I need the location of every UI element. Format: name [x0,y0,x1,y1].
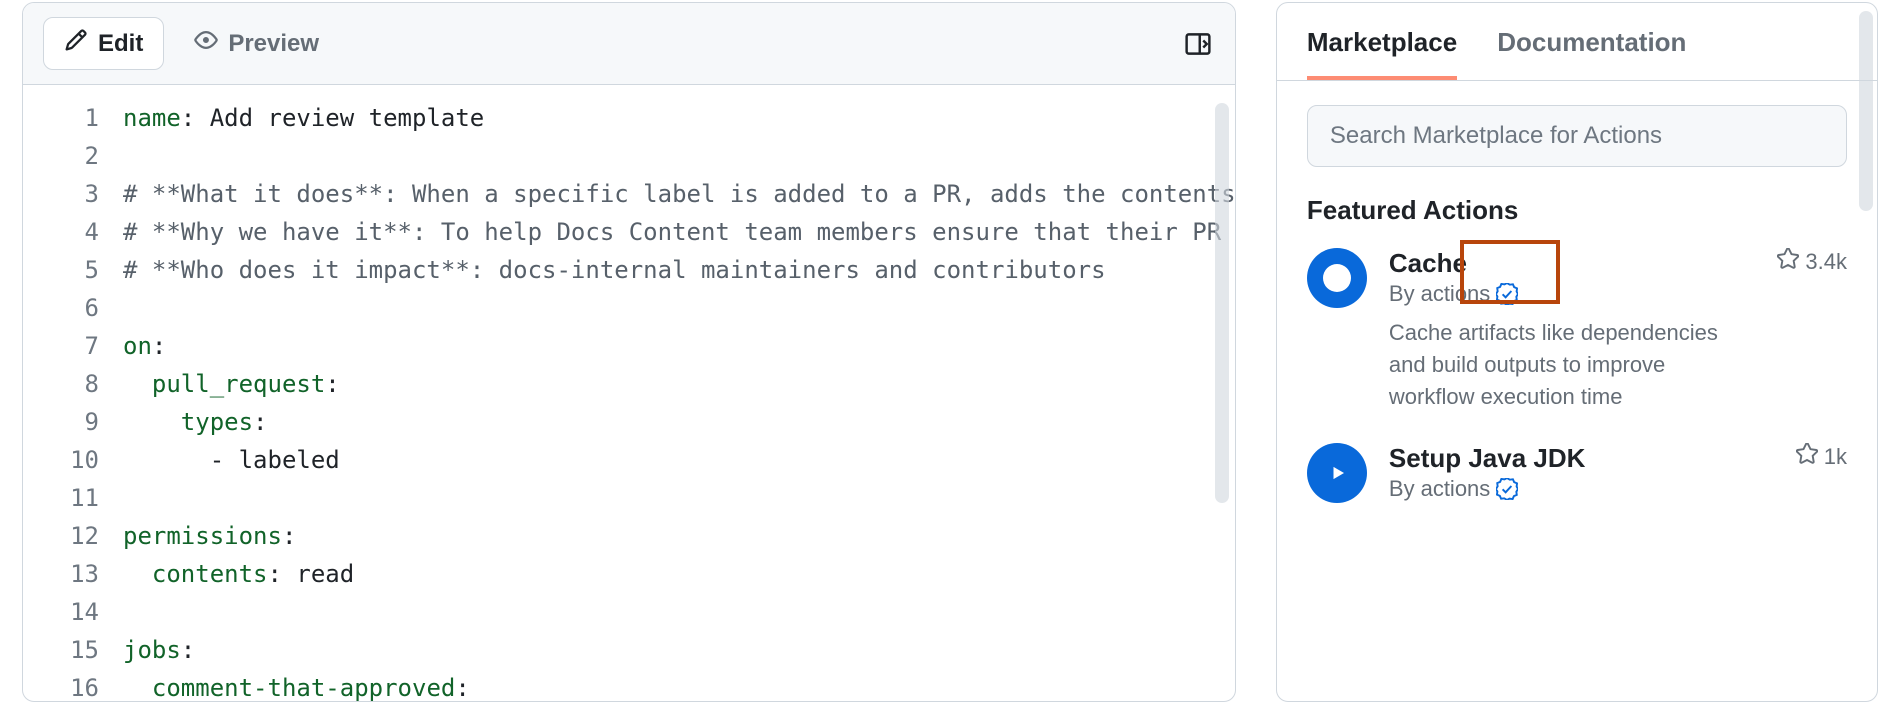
code-line[interactable]: contents: read [123,555,1235,593]
code-line[interactable]: # **What it does**: When a specific labe… [123,175,1235,213]
editor-tab-group: Edit Preview [43,17,339,70]
line-number: 2 [23,137,99,175]
line-number: 11 [23,479,99,517]
edit-tab-label: Edit [98,30,143,58]
code-line[interactable]: permissions: [123,517,1235,555]
line-number: 3 [23,175,99,213]
code-line[interactable]: comment-that-approved: [123,669,1235,701]
line-number: 5 [23,251,99,289]
star-icon [1777,248,1799,276]
code-line[interactable]: on: [123,327,1235,365]
marketplace-sidebar: Marketplace Documentation Featured Actio… [1276,2,1878,702]
verified-icon [1496,478,1518,500]
verified-icon [1496,283,1518,305]
code-line[interactable]: jobs: [123,631,1235,669]
line-number: 13 [23,555,99,593]
line-number: 10 [23,441,99,479]
tab-documentation[interactable]: Documentation [1497,27,1686,80]
code-line[interactable]: # **Why we have it**: To help Docs Conte… [123,213,1235,251]
star-count: 3.4k [1805,249,1847,275]
editor-panel: Edit Preview 12345678910111213141516 nam… [22,2,1236,702]
line-number: 8 [23,365,99,403]
code-line[interactable]: - labeled [123,441,1235,479]
line-number: 7 [23,327,99,365]
action-title: Setup Java JDK [1389,443,1586,474]
line-number: 9 [23,403,99,441]
code-line[interactable] [123,289,1235,327]
play-icon [1307,248,1367,308]
action-title: Cache [1389,248,1467,279]
panel-toggle-icon[interactable] [1181,27,1215,61]
line-number: 1 [23,99,99,137]
preview-tab-label: Preview [228,30,319,58]
code-line[interactable]: types: [123,403,1235,441]
edit-tab[interactable]: Edit [43,17,164,70]
sidebar-scrollbar[interactable] [1859,11,1873,211]
line-number: 4 [23,213,99,251]
eye-icon [194,28,218,59]
search-input[interactable] [1307,105,1847,167]
code-line[interactable]: # **Who does it impact**: docs-internal … [123,251,1235,289]
preview-tab[interactable]: Preview [174,18,339,69]
star-count: 1k [1824,444,1847,470]
action-stars: 1k [1796,443,1847,471]
tab-marketplace[interactable]: Marketplace [1307,27,1457,80]
star-icon [1796,443,1818,471]
sidebar-content: Featured Actions Cache 3.4k By action [1277,81,1877,701]
line-number: 6 [23,289,99,327]
sidebar-tabs: Marketplace Documentation [1277,3,1877,81]
code-icon [64,28,88,59]
featured-heading: Featured Actions [1307,195,1847,226]
action-card-java[interactable]: Setup Java JDK 1k By actions [1307,443,1847,503]
editor-header: Edit Preview [23,3,1235,85]
code-line[interactable] [123,479,1235,517]
code-line[interactable]: name: Add review template [123,99,1235,137]
action-by-line: By actions [1389,281,1847,307]
line-number-gutter: 12345678910111213141516 [23,85,123,701]
line-number: 14 [23,593,99,631]
action-stars: 3.4k [1777,248,1847,276]
code-editor[interactable]: 12345678910111213141516 name: Add review… [23,85,1235,701]
line-number: 12 [23,517,99,555]
code-line[interactable] [123,137,1235,175]
code-lines[interactable]: name: Add review template # **What it doe… [123,85,1235,701]
action-by-line: By actions [1389,476,1847,502]
line-number: 15 [23,631,99,669]
play-icon [1307,443,1367,503]
editor-scrollbar[interactable] [1215,103,1229,503]
code-line[interactable] [123,593,1235,631]
line-number: 16 [23,669,99,701]
action-desc: Cache artifacts like dependencies and bu… [1389,317,1729,413]
code-line[interactable]: pull_request: [123,365,1235,403]
action-card-cache[interactable]: Cache 3.4k By actions [1307,248,1847,413]
